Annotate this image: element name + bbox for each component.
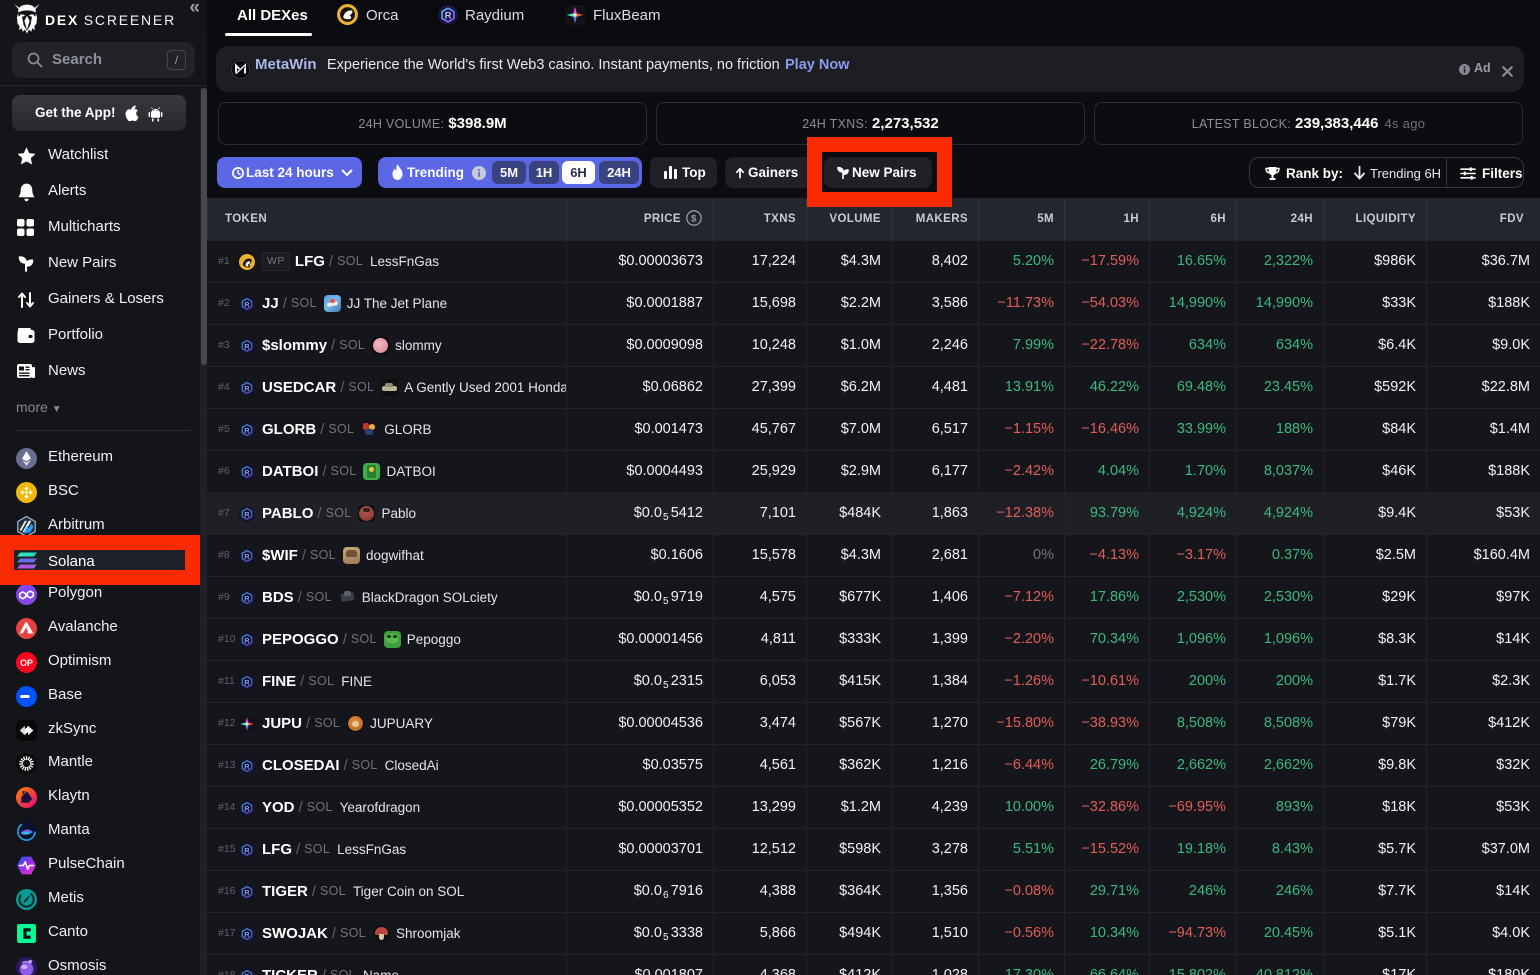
svg-text:R: R (244, 845, 250, 854)
svg-text:R: R (445, 11, 452, 22)
svg-text:R: R (244, 677, 250, 686)
svg-text:R: R (244, 803, 250, 812)
svg-text:R: R (244, 887, 250, 896)
svg-text:$: $ (691, 214, 697, 225)
svg-text:R: R (244, 299, 250, 308)
svg-text:R: R (244, 929, 250, 938)
svg-text:OP: OP (20, 658, 33, 668)
svg-text:R: R (244, 425, 250, 434)
svg-text:R: R (244, 509, 250, 518)
svg-text:R: R (244, 971, 250, 975)
svg-text:R: R (244, 635, 250, 644)
svg-text:R: R (244, 761, 250, 770)
svg-text:R: R (244, 341, 250, 350)
svg-text:R: R (244, 593, 250, 602)
svg-text:R: R (244, 383, 250, 392)
svg-text:R: R (244, 467, 250, 476)
svg-text:R: R (244, 551, 250, 560)
